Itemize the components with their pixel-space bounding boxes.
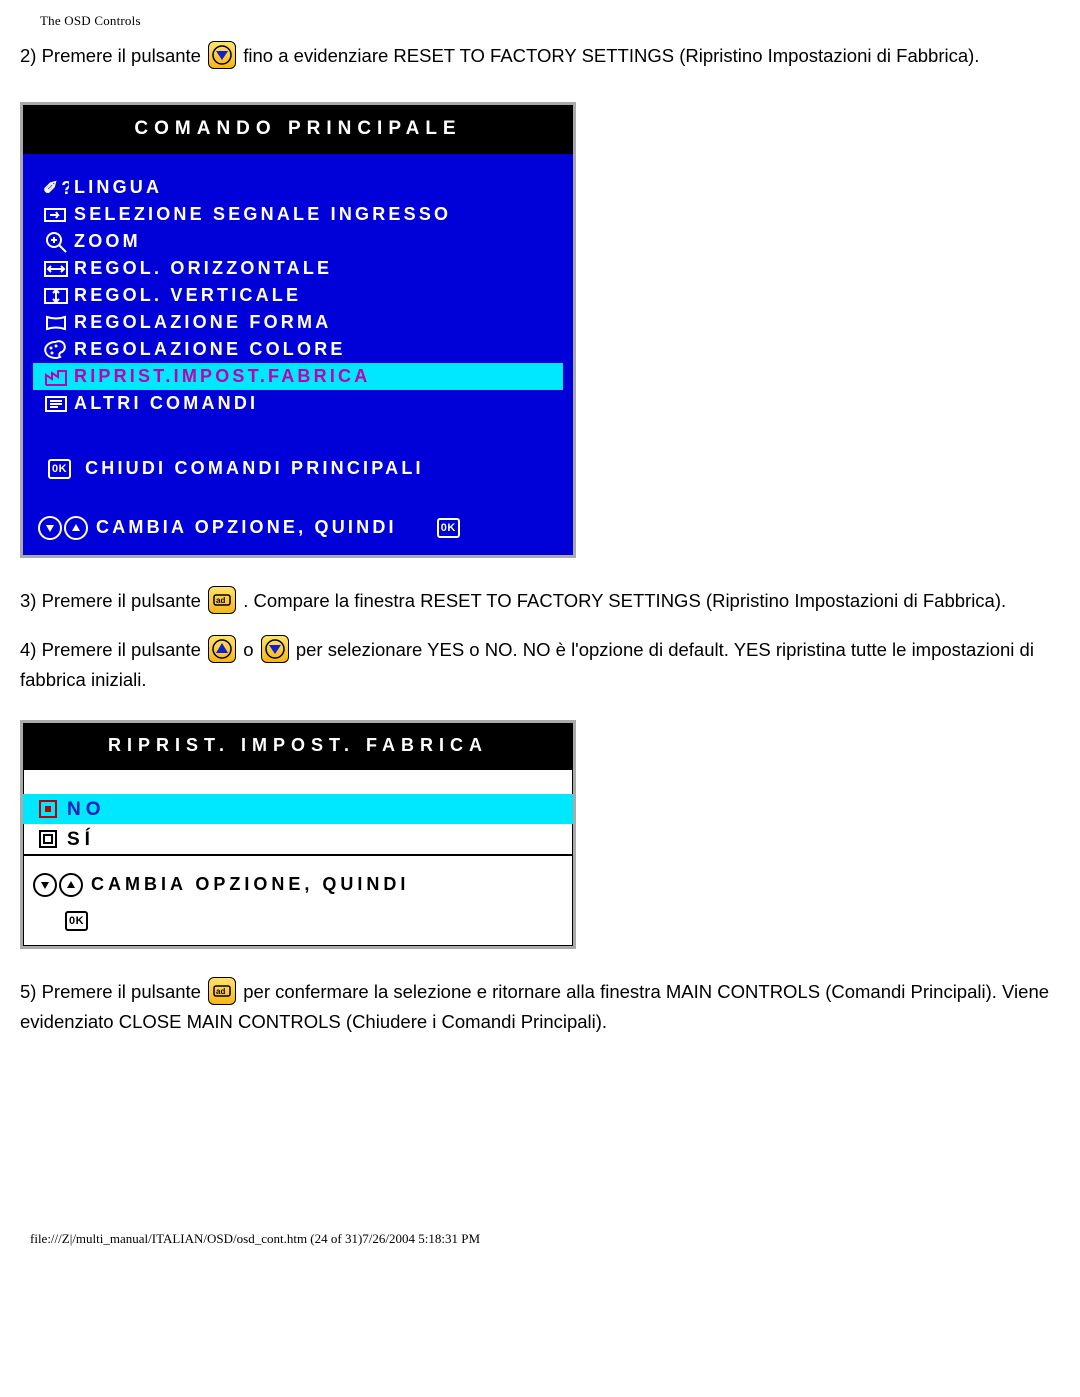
down-button-icon [208,41,236,69]
osd-item-horiz[interactable]: REGOL. ORIZZONTALE [33,255,563,282]
ok-icon: 0K [65,911,88,931]
osd-close-label: CHIUDI COMANDI PRINCIPALI [85,454,424,484]
osd-item-label: REGOLAZIONE FORMA [74,308,331,338]
step-3: 3) Premere il pulsante ad . Compare la f… [20,586,1060,617]
osd-item-label: SELEZIONE SEGNALE INGRESSO [74,200,451,230]
updown-icon [33,873,83,897]
osd-reset-title: RIPRIST. IMPOST. FABRICA [23,723,573,771]
step-3-text-b: . Compare la finestra RESET TO FACTORY S… [243,590,1006,611]
osd-item-vert[interactable]: REGOL. VERTICALE [33,282,563,309]
osd-item-label: REGOL. ORIZZONTALE [74,254,332,284]
osd-item-extra[interactable]: ALTRI COMANDI [33,390,563,417]
shape-icon [38,314,74,332]
step-4-text-a: 4) Premere il pulsante [20,639,206,660]
down-button-icon [261,635,289,663]
svg-text:ad: ad [216,596,225,605]
osd-item-label: ZOOM [74,227,141,257]
up-button-icon [208,635,236,663]
stop-icon [33,799,63,819]
osd-item-label: REGOL. VERTICALE [74,281,301,311]
osd-item-shape[interactable]: REGOLAZIONE FORMA [33,309,563,336]
language-icon: ✐? [38,178,74,198]
factory-icon [38,367,74,387]
osd-item-zoom[interactable]: ZOOM [33,228,563,255]
osd-main-title: COMANDO PRINCIPALE [23,105,573,154]
osd-reset-no-label: NO [67,794,106,825]
page-header: The OSD Controls [40,10,1060,31]
step-4-text-mid: o [243,639,258,660]
osd-reset-yes-label: SÍ [67,824,95,855]
step-2-text-b: fino a evidenziare RESET TO FACTORY SETT… [243,45,979,66]
ok-icon: 0K [48,459,71,479]
palette-icon [38,340,74,360]
osd-reset-yes[interactable]: SÍ [23,824,573,854]
input-icon [38,206,74,224]
svg-text:ad: ad [216,987,225,996]
osd-reset-footer: CAMBIA OPZIONE, QUINDI 0K [23,854,573,945]
step-3-text-a: 3) Premere il pulsante [20,590,206,611]
step-5: 5) Premere il pulsante ad per confermare… [20,977,1060,1038]
osd-item-label: ALTRI COMANDI [74,389,258,419]
step-2-text-a: 2) Premere il pulsante [20,45,206,66]
page-footer: file:///Z|/multi_manual/ITALIAN/OSD/osd_… [30,1228,1060,1249]
osd-main-body: ✐? LINGUA SELEZIONE SEGNALE INGRESSO ZOO… [23,154,573,555]
osd-item-input[interactable]: SELEZIONE SEGNALE INGRESSO [33,201,563,228]
osd-reset-footer-label: CAMBIA OPZIONE, QUINDI [91,870,409,900]
osd-item-label: LINGUA [74,173,162,203]
osd-footer-label: CAMBIA OPZIONE, QUINDI [96,513,397,543]
osd-close-main[interactable]: 0K CHIUDI COMANDI PRINCIPALI [33,455,563,483]
list-icon [38,395,74,413]
zoom-icon [38,231,74,253]
updown-icon [38,516,88,540]
square-icon [33,829,63,849]
osd-item-label: RIPRIST.IMPOST.FABRICA [74,362,370,392]
osd-item-color[interactable]: REGOLAZIONE COLORE [33,336,563,363]
osd-main-controls: COMANDO PRINCIPALE ✐? LINGUA SELEZIONE S… [20,102,576,558]
step-4: 4) Premere il pulsante o per selezionare… [20,635,1060,696]
ok-button-icon: ad [208,977,236,1005]
step-5-text-a: 5) Premere il pulsante [20,981,206,1002]
osd-item-reset[interactable]: RIPRIST.IMPOST.FABRICA [33,363,563,390]
svg-text:✐?: ✐? [43,178,69,198]
horizontal-icon [38,260,74,278]
osd-reset-dialog: RIPRIST. IMPOST. FABRICA NO SÍ CAMBIA OP… [20,720,576,949]
vertical-icon [38,287,74,305]
osd-reset-no[interactable]: NO [23,794,573,824]
osd-item-lingua[interactable]: ✐? LINGUA [33,174,563,201]
osd-footer-hint: CAMBIA OPZIONE, QUINDI 0K [33,513,563,543]
ok-icon: 0K [437,518,460,538]
step-2: 2) Premere il pulsante fino a evidenziar… [20,41,1060,72]
ok-button-icon: ad [208,586,236,614]
osd-item-label: REGOLAZIONE COLORE [74,335,346,365]
